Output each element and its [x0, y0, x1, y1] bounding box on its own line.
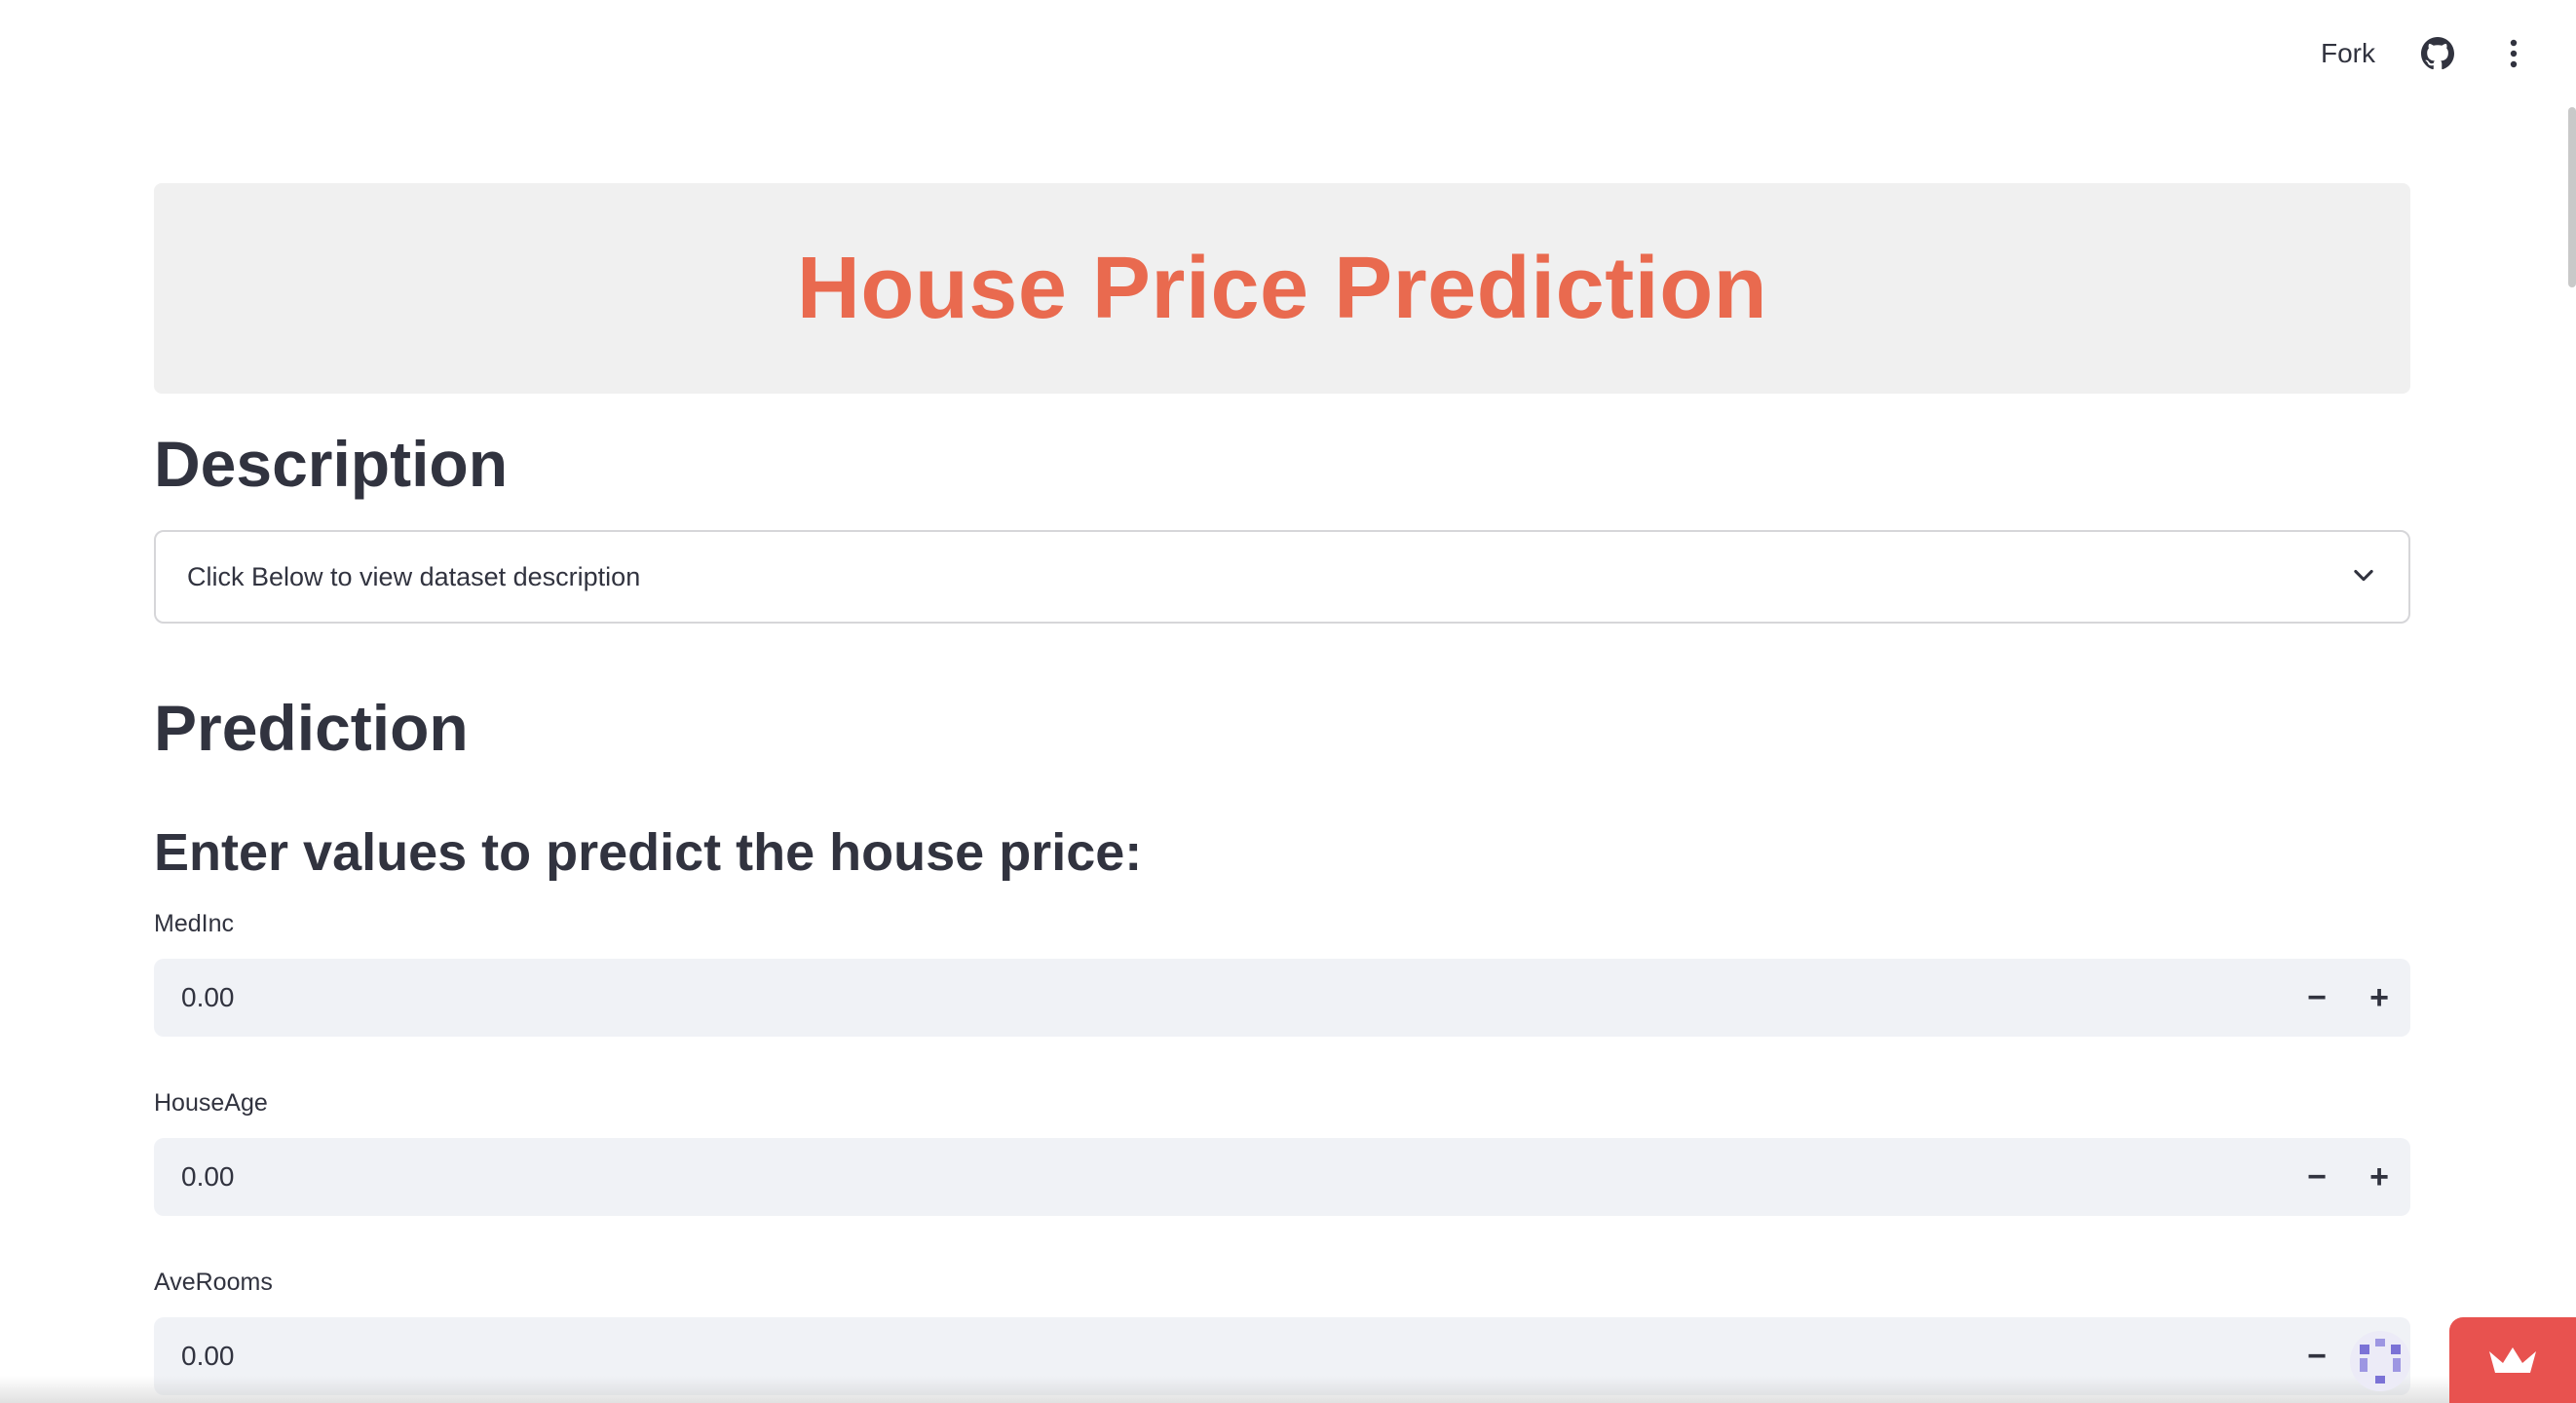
status-widget-icon[interactable] [2350, 1331, 2410, 1391]
number-input: − + [154, 1138, 2410, 1216]
decrement-button[interactable]: − [2286, 1138, 2348, 1216]
stepper-group: − + [2286, 959, 2410, 1037]
prediction-heading-row: Prediction [154, 684, 2410, 772]
field-averooms: AveRooms − + [154, 1265, 2410, 1395]
decrement-button[interactable]: − [2286, 959, 2348, 1037]
kebab-menu-icon[interactable] [2490, 30, 2537, 77]
github-icon[interactable] [2414, 30, 2461, 77]
page-scrollbar[interactable] [2562, 107, 2576, 287]
field-label: MedInc [154, 909, 234, 937]
stepper-group: − + [2286, 1138, 2410, 1216]
field-label: AveRooms [154, 1268, 273, 1296]
increment-button[interactable]: + [2348, 959, 2410, 1037]
streamlit-crown-icon[interactable] [2449, 1317, 2576, 1403]
houseage-input[interactable] [179, 1160, 2286, 1194]
page-title: House Price Prediction [796, 239, 1768, 337]
prediction-heading: Prediction [154, 692, 469, 764]
description-heading: Description [154, 428, 509, 500]
field-houseage: HouseAge − + [154, 1085, 2410, 1216]
medinc-input[interactable] [179, 981, 2286, 1014]
chevron-down-icon [2350, 561, 2377, 593]
prediction-subheading: Enter values to predict the house price: [154, 823, 1143, 882]
description-heading-row: Description [154, 425, 2410, 503]
increment-button[interactable]: + [2348, 1138, 2410, 1216]
field-medinc: MedInc − + [154, 906, 2410, 1037]
field-label: HouseAge [154, 1088, 268, 1117]
expander-label: Click Below to view dataset description [187, 561, 641, 591]
top-toolbar: Fork [0, 0, 2576, 107]
main-content: House Price Prediction Description Click… [154, 183, 2410, 1395]
dataset-description-expander[interactable]: Click Below to view dataset description [154, 530, 2410, 624]
number-input: − + [154, 959, 2410, 1037]
fork-button[interactable]: Fork [2311, 32, 2385, 75]
scrollbar-thumb[interactable] [2568, 107, 2576, 287]
number-input: − + [154, 1317, 2410, 1395]
decrement-button[interactable]: − [2286, 1317, 2348, 1395]
averooms-input[interactable] [179, 1340, 2286, 1373]
title-banner: House Price Prediction [154, 183, 2410, 394]
